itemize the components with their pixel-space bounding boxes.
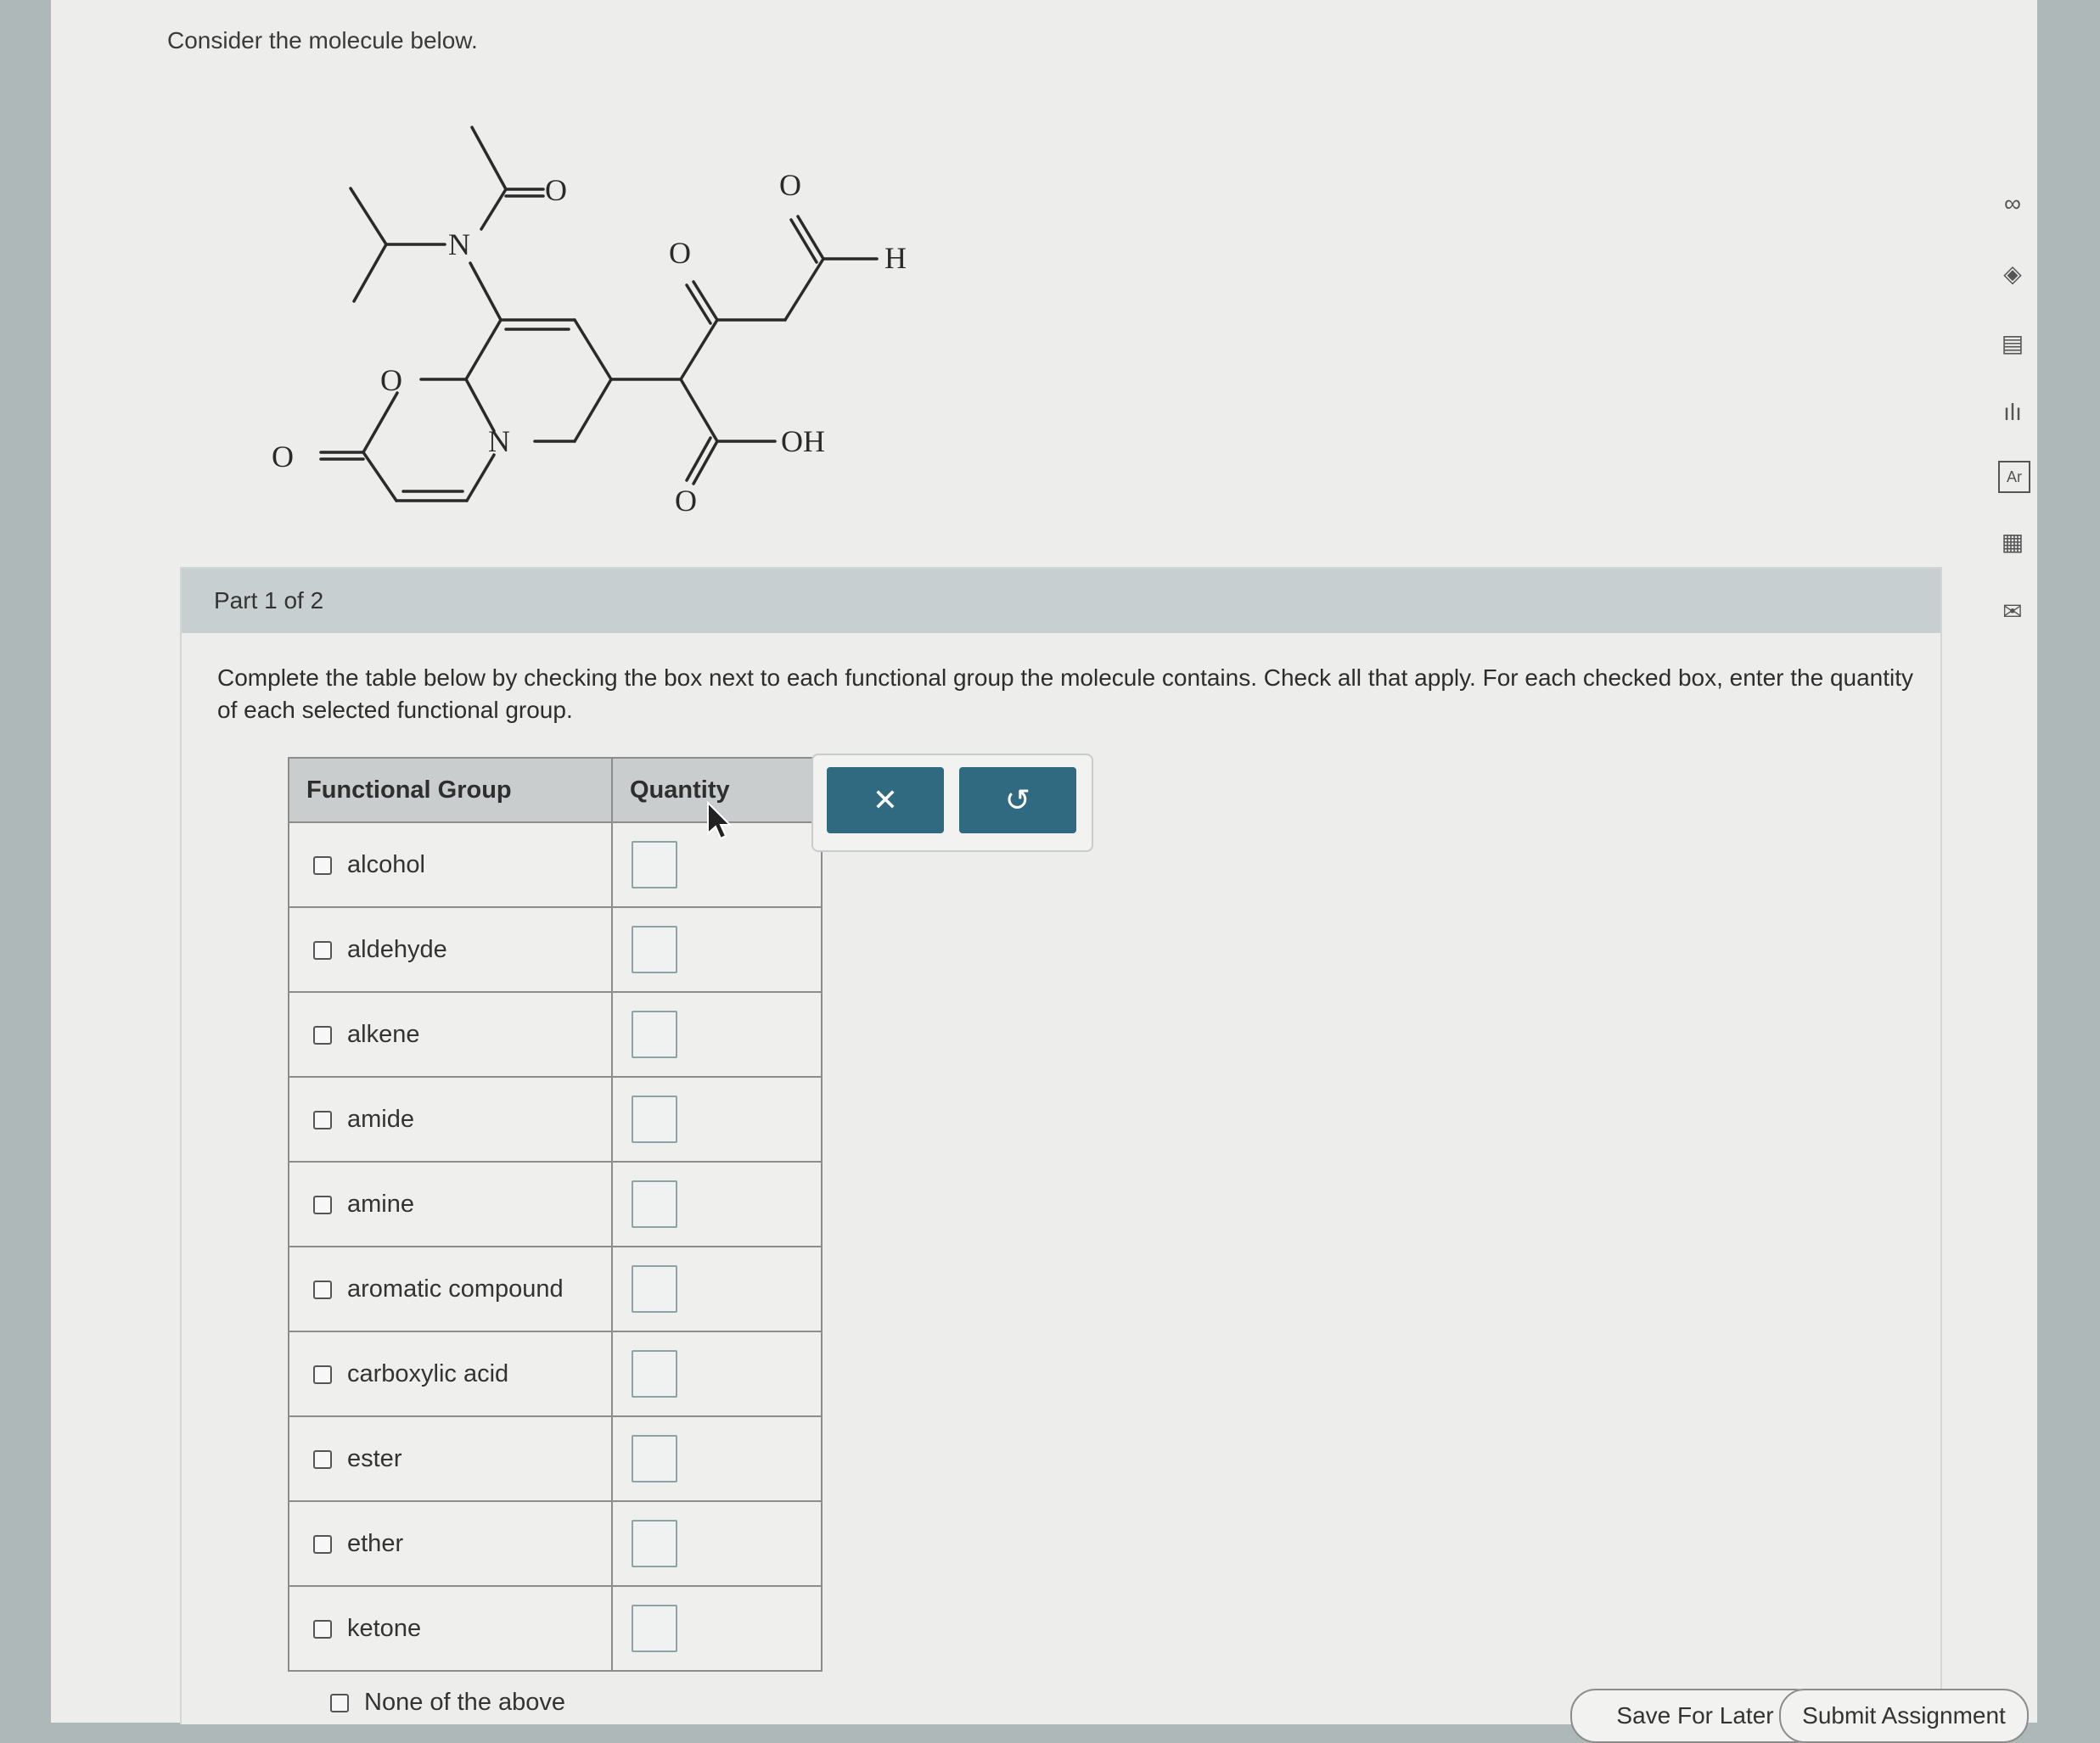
mail-icon[interactable]: ✉	[1991, 590, 2034, 632]
atom-label-n: N	[448, 227, 470, 261]
periodic-table-icon[interactable]: Ar	[1998, 461, 2030, 493]
quantity-input-ester[interactable]	[632, 1435, 677, 1482]
table-row: amine	[288, 1161, 823, 1247]
table-row: ether	[288, 1500, 823, 1587]
checkbox-ketone[interactable]	[313, 1619, 332, 1639]
functional-group-table: Functional Group Quantity alcohol aldehy…	[288, 757, 823, 1672]
part-panel: Part 1 of 2 Complete the table below by …	[180, 567, 1942, 1724]
checkbox-carboxylic-acid[interactable]	[313, 1365, 332, 1384]
page: Consider the molecule below. N O O O N O…	[51, 0, 2037, 1743]
group-label: carboxylic acid	[347, 1359, 509, 1387]
none-label: None of the above	[364, 1689, 566, 1716]
column-header-functional-group: Functional Group	[288, 757, 613, 823]
checkbox-aromatic-compound[interactable]	[313, 1280, 332, 1299]
checkbox-none-of-the-above[interactable]	[330, 1694, 349, 1713]
checkbox-ester[interactable]	[313, 1449, 332, 1469]
group-label: alcohol	[347, 850, 425, 878]
checkbox-aldehyde[interactable]	[313, 940, 332, 960]
infinity-icon[interactable]: ∞	[1991, 182, 2034, 225]
quantity-input-ketone[interactable]	[632, 1605, 677, 1652]
group-label: aldehyde	[347, 935, 447, 963]
group-label: ketone	[347, 1614, 422, 1642]
quantity-input-alcohol[interactable]	[632, 841, 677, 888]
group-label: amide	[347, 1105, 414, 1133]
quantity-input-aldehyde[interactable]	[632, 926, 677, 973]
checkbox-amine[interactable]	[313, 1195, 332, 1214]
group-label: alkene	[347, 1020, 420, 1048]
group-label: aromatic compound	[347, 1275, 564, 1303]
molecule-structure: N O O O N O O H OH O	[272, 126, 907, 518]
table-row: carboxylic acid	[288, 1331, 823, 1417]
table-row: ester	[288, 1415, 823, 1502]
atom-label-o: O	[272, 440, 294, 474]
quantity-input-amide[interactable]	[632, 1096, 677, 1143]
atom-label-n: N	[488, 424, 510, 458]
table-row: alcohol	[288, 821, 823, 908]
group-label: amine	[347, 1190, 414, 1218]
part-header: Part 1 of 2	[182, 569, 1940, 633]
answer-actions: ✕ ↺	[811, 754, 1093, 852]
table-row: amide	[288, 1076, 823, 1163]
checkbox-alkene[interactable]	[313, 1025, 332, 1045]
none-of-the-above-option[interactable]: None of the above	[330, 1689, 565, 1717]
chart-icon[interactable]: ılı	[1991, 391, 2034, 434]
checkbox-alcohol[interactable]	[313, 855, 332, 875]
side-toolbar: ∞ ◈ ▤ ılı Ar ▦ ✉	[1991, 182, 2051, 659]
clear-button[interactable]: ✕	[827, 767, 944, 833]
submit-assignment-button[interactable]: Submit Assignment	[1779, 1689, 2029, 1743]
mouse-cursor-icon	[707, 801, 732, 840]
group-label: ether	[347, 1529, 404, 1557]
quantity-input-aromatic-compound[interactable]	[632, 1265, 677, 1313]
quantity-input-ether[interactable]	[632, 1520, 677, 1567]
atom-label-o: O	[545, 173, 567, 207]
quantity-input-alkene[interactable]	[632, 1011, 677, 1058]
atom-label-oh: OH	[781, 424, 825, 458]
instructions: Complete the table below by checking the…	[217, 664, 1914, 723]
quantity-input-amine[interactable]	[632, 1180, 677, 1228]
table-row: ketone	[288, 1585, 823, 1672]
atom-label-o: O	[675, 484, 697, 518]
checkbox-ether[interactable]	[313, 1534, 332, 1554]
notes-icon[interactable]: ▤	[1991, 322, 2034, 364]
checkbox-amide[interactable]	[313, 1110, 332, 1129]
hint-icon[interactable]: ◈	[1991, 252, 2034, 294]
table-row: aldehyde	[288, 906, 823, 993]
reset-button[interactable]: ↺	[959, 767, 1076, 833]
question-prompt: Consider the molecule below.	[167, 27, 478, 53]
table-row: aromatic compound	[288, 1246, 823, 1332]
table-row: alkene	[288, 991, 823, 1078]
atom-label-h: H	[884, 241, 907, 275]
atom-label-o: O	[779, 168, 801, 202]
atom-label-o: O	[669, 236, 691, 270]
atom-label-o: O	[380, 363, 402, 397]
group-label: ester	[347, 1444, 402, 1472]
quantity-input-carboxylic-acid[interactable]	[632, 1350, 677, 1398]
calculator-icon[interactable]: ▦	[1991, 520, 2034, 563]
